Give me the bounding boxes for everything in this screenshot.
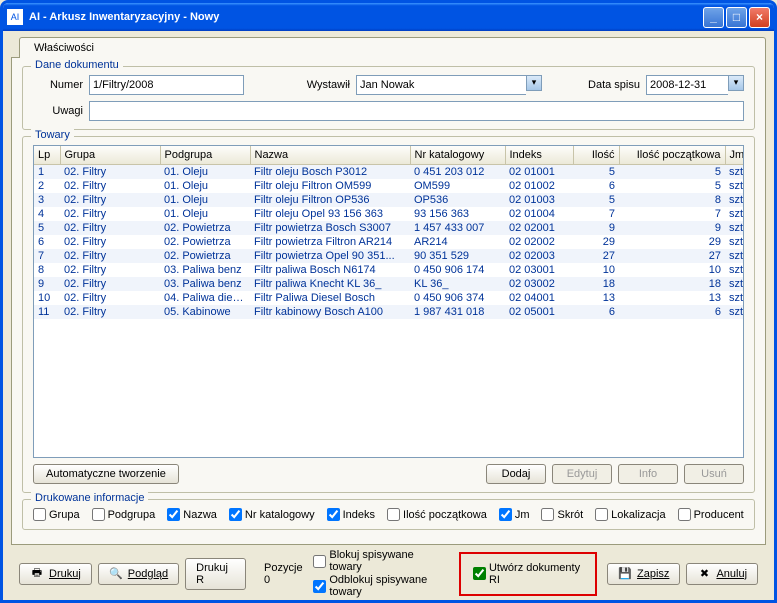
titlebar: AI AI - Arkusz Inwentaryzacyjny - Nowy _… bbox=[3, 3, 774, 31]
check-skrot[interactable]: Skrót bbox=[541, 508, 583, 521]
col-podgrupa[interactable]: Podgrupa bbox=[160, 146, 250, 165]
col-jm[interactable]: Jm bbox=[725, 146, 744, 165]
uwagi-input[interactable] bbox=[89, 101, 744, 121]
table-row[interactable]: 1102. Filtry05. KabinoweFiltr kabinowy B… bbox=[34, 305, 744, 319]
check-blokuj[interactable]: Blokuj spisywane towary bbox=[313, 549, 449, 573]
check-nrk[interactable]: Nr katalogowy bbox=[229, 508, 315, 521]
legend-towary: Towary bbox=[31, 129, 74, 141]
grid-header[interactable]: Lp Grupa Podgrupa Nazwa Nr katalogowy In… bbox=[34, 146, 744, 165]
maximize-button[interactable]: □ bbox=[726, 7, 747, 28]
col-ilosc[interactable]: Ilość bbox=[573, 146, 619, 165]
data-spisu-input[interactable]: ▾ bbox=[646, 75, 744, 95]
zapisz-button[interactable]: 💾Zapisz bbox=[607, 563, 680, 585]
info-button[interactable]: Info bbox=[618, 464, 678, 484]
check-ilosc-p[interactable]: Ilość początkowa bbox=[387, 508, 487, 521]
table-row[interactable]: 902. Filtry03. Paliwa benzFiltr paliwa K… bbox=[34, 277, 744, 291]
chevron-down-icon[interactable]: ▾ bbox=[526, 75, 542, 91]
table-row[interactable]: 102. Filtry01. OlejuFiltr oleju Bosch P3… bbox=[34, 165, 744, 180]
tab-properties[interactable]: Właściwości bbox=[19, 37, 766, 58]
table-row[interactable]: 602. Filtry02. PowietrzaFiltr powietrza … bbox=[34, 235, 744, 249]
col-ilosc-p[interactable]: Ilość początkowa bbox=[619, 146, 725, 165]
app-icon: AI bbox=[7, 9, 23, 25]
check-jm[interactable]: Jm bbox=[499, 508, 530, 521]
check-podgrupa[interactable]: Podgrupa bbox=[92, 508, 156, 521]
legend-dane: Dane dokumentu bbox=[31, 59, 123, 71]
table-row[interactable]: 702. Filtry02. PowietrzaFiltr powietrza … bbox=[34, 249, 744, 263]
drukuj-r-button[interactable]: Drukuj R bbox=[185, 558, 246, 590]
table-row[interactable]: 502. Filtry02. PowietrzaFiltr powietrza … bbox=[34, 221, 744, 235]
fieldset-towary: Towary Lp Grupa Podgrupa Nazwa bbox=[22, 136, 755, 493]
anuluj-button[interactable]: ✖Anuluj bbox=[686, 563, 758, 585]
check-grupa[interactable]: Grupa bbox=[33, 508, 80, 521]
tabpane: Dane dokumentu Numer Wystawił ▾ Data spi… bbox=[11, 57, 766, 545]
edytuj-button[interactable]: Edytuj bbox=[552, 464, 612, 484]
grid[interactable]: Lp Grupa Podgrupa Nazwa Nr katalogowy In… bbox=[33, 145, 744, 458]
check-indeks[interactable]: Indeks bbox=[327, 508, 375, 521]
chevron-down-icon[interactable]: ▾ bbox=[728, 75, 744, 91]
cancel-icon: ✖ bbox=[697, 567, 711, 581]
table-row[interactable]: 302. Filtry01. OlejuFiltr oleju Filtron … bbox=[34, 193, 744, 207]
window-title: AI - Arkusz Inwentaryzacyjny - Nowy bbox=[29, 11, 703, 23]
podglad-button[interactable]: 🔍Podgląd bbox=[98, 563, 179, 585]
auto-create-button[interactable]: Automatyczne tworzenie bbox=[33, 464, 179, 484]
table-row[interactable]: 802. Filtry03. Paliwa benzFiltr paliwa B… bbox=[34, 263, 744, 277]
close-button[interactable]: × bbox=[749, 7, 770, 28]
wystawil-label: Wystawił bbox=[250, 79, 350, 91]
utworz-highlight: Utwórz dokumenty RI bbox=[459, 552, 597, 596]
usun-button[interactable]: Usuń bbox=[684, 464, 744, 484]
save-icon: 💾 bbox=[618, 567, 632, 581]
fieldset-drukinfo: Drukowane informacje Grupa Podgrupa Nazw… bbox=[22, 499, 755, 530]
check-utworz-ri[interactable]: Utwórz dokumenty RI bbox=[473, 562, 583, 586]
check-producent[interactable]: Producent bbox=[678, 508, 744, 521]
table-row[interactable]: 1002. Filtry04. Paliwa dieselFiltr Paliw… bbox=[34, 291, 744, 305]
col-indeks[interactable]: Indeks bbox=[505, 146, 573, 165]
numer-label: Numer bbox=[33, 79, 83, 91]
wystawil-select[interactable]: ▾ bbox=[356, 75, 542, 95]
magnifier-icon: 🔍 bbox=[109, 567, 123, 581]
col-lp[interactable]: Lp bbox=[34, 146, 60, 165]
uwagi-label: Uwagi bbox=[33, 105, 83, 117]
col-nrk[interactable]: Nr katalogowy bbox=[410, 146, 505, 165]
dodaj-button[interactable]: Dodaj bbox=[486, 464, 546, 484]
col-nazwa[interactable]: Nazwa bbox=[250, 146, 410, 165]
table-row[interactable]: 202. Filtry01. OlejuFiltr oleju Filtron … bbox=[34, 179, 744, 193]
printer-icon: 🖶 bbox=[30, 567, 44, 581]
drukuj-button[interactable]: 🖶Drukuj bbox=[19, 563, 92, 585]
data-label: Data spisu bbox=[588, 79, 640, 91]
check-nazwa[interactable]: Nazwa bbox=[167, 508, 217, 521]
numer-input[interactable] bbox=[89, 75, 244, 95]
legend-druk: Drukowane informacje bbox=[31, 492, 148, 504]
check-lokalizacja[interactable]: Lokalizacja bbox=[595, 508, 665, 521]
col-grupa[interactable]: Grupa bbox=[60, 146, 160, 165]
fieldset-dane: Dane dokumentu Numer Wystawił ▾ Data spi… bbox=[22, 66, 755, 130]
minimize-button[interactable]: _ bbox=[703, 7, 724, 28]
check-odblokuj[interactable]: Odblokuj spisywane towary bbox=[313, 574, 449, 598]
table-row[interactable]: 402. Filtry01. OlejuFiltr oleju Opel 93 … bbox=[34, 207, 744, 221]
pozycje-label: Pozycje 0 bbox=[264, 562, 307, 586]
